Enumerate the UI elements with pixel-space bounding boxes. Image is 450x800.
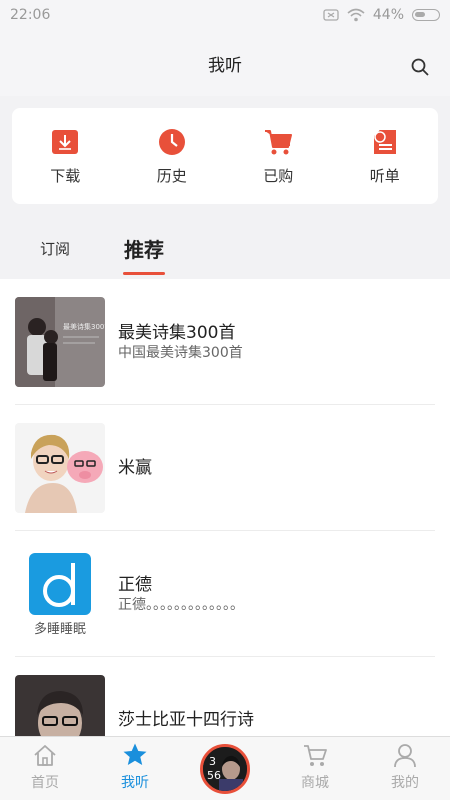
playlist-icon (373, 129, 396, 154)
tab-recommended-label: 推荐 (124, 237, 165, 262)
tab-my-listen-label: 我听 (121, 775, 149, 791)
quick-history-label: 历史 (156, 166, 187, 185)
quick-download-button[interactable]: 下载 (25, 127, 105, 186)
now-playing-button[interactable]: 3 56 (180, 737, 270, 800)
item-subtitle: 正德。。。。。。。。。。。。。 (118, 596, 244, 613)
album-thumbnail: 最美诗集300首 (15, 296, 105, 387)
svg-text:3: 3 (209, 755, 216, 768)
item-subtitle: 中国最美诗集300首 (118, 344, 243, 361)
item-title: 最美诗集300首 (118, 322, 236, 343)
tab-subscriptions[interactable]: 订阅 (40, 238, 70, 259)
quick-history-button[interactable]: 历史 (132, 127, 212, 186)
page-title: 我听 (208, 55, 242, 76)
tab-home-label: 首页 (31, 775, 59, 791)
nav-bar: 我听 (0, 30, 450, 96)
quick-download-label: 下载 (50, 166, 81, 185)
album-thumbnail: 多睡睡眠 (15, 548, 105, 639)
item-title: 正德 (118, 574, 152, 595)
cart-icon (265, 129, 293, 154)
download-icon (52, 129, 79, 154)
battery-percent: 44% (372, 7, 404, 23)
list-item[interactable]: 多睡睡眠 正德 正德。。。。。。。。。。。。。 (15, 531, 435, 657)
search-icon[interactable] (410, 57, 430, 77)
thumbnail-caption: 多睡睡眠 (34, 621, 86, 637)
battery-icon (412, 9, 440, 21)
bottom-tab-bar: 首页 我听 3 56 商城 我的 (0, 736, 450, 800)
quick-playlist-button[interactable]: 听单 (345, 127, 425, 186)
quick-playlist-label: 听单 (369, 166, 400, 185)
album-thumbnail (15, 422, 105, 513)
status-icons: 44% (323, 7, 440, 23)
tab-my-listen[interactable]: 我听 (90, 737, 180, 800)
sim-icon (323, 9, 339, 21)
clock-icon (158, 128, 185, 155)
album-disc-icon: 3 56 (200, 744, 250, 794)
wifi-icon (347, 8, 365, 22)
star-icon (123, 743, 147, 765)
thumbnail-caption: 最美诗集300首 (63, 322, 105, 331)
recommended-list: 最美诗集300首 最美诗集300首 中国最美诗集300首 (0, 279, 450, 736)
list-item[interactable]: 米赢 (15, 405, 435, 531)
tab-mall[interactable]: 商城 (270, 737, 360, 800)
person-icon (394, 744, 416, 768)
list-item[interactable]: 最美诗集300首 最美诗集300首 中国最美诗集300首 (15, 279, 435, 405)
tab-profile[interactable]: 我的 (360, 737, 450, 800)
status-time: 22:06 (10, 7, 51, 23)
tab-mall-label: 商城 (301, 775, 329, 791)
quick-purchased-label: 已购 (263, 166, 294, 185)
album-thumbnail (15, 675, 105, 736)
tab-home[interactable]: 首页 (0, 737, 90, 800)
content-tabs: 订阅 推荐 (0, 218, 450, 278)
item-title: 莎士比亚十四行诗 (118, 710, 254, 730)
quick-purchased-button[interactable]: 已购 (238, 127, 318, 186)
status-bar: 22:06 44% (0, 0, 450, 30)
item-title: 米赢 (118, 457, 152, 478)
svg-text:56: 56 (207, 769, 221, 782)
tab-profile-label: 我的 (391, 775, 419, 791)
active-tab-indicator (123, 271, 166, 275)
list-item[interactable]: 莎士比亚十四行诗 (15, 657, 435, 736)
quick-actions-card: 下载 历史 已购 听单 (12, 108, 438, 204)
tab-recommended[interactable]: 推荐 (123, 234, 166, 275)
cart-icon (304, 745, 327, 766)
home-icon (34, 745, 56, 766)
